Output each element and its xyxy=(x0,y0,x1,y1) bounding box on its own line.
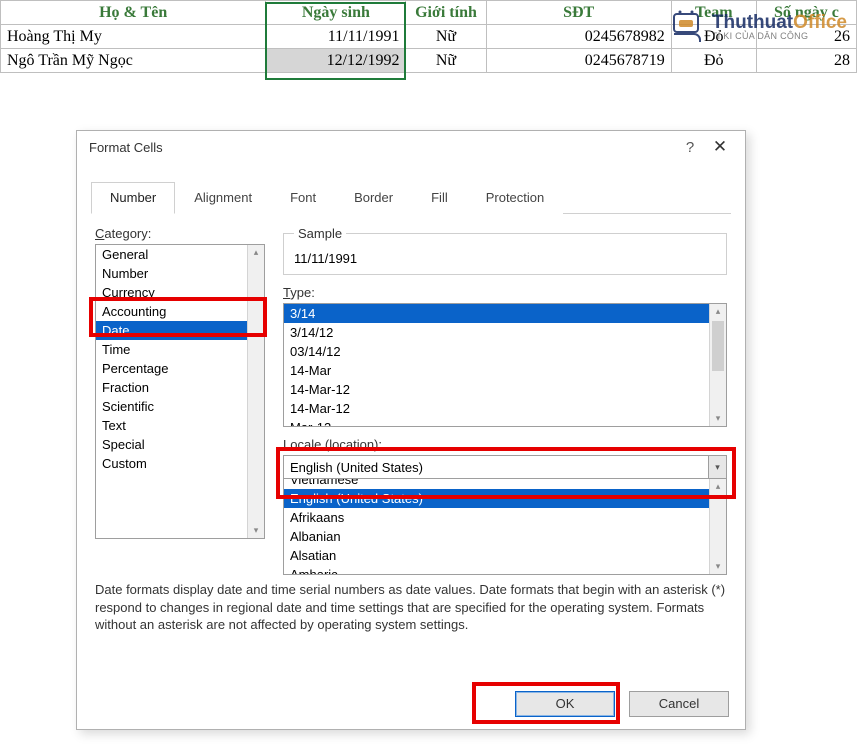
tab-protection[interactable]: Protection xyxy=(467,182,564,214)
sample-group: Sample 11/11/1991 xyxy=(283,226,727,275)
list-item[interactable]: Mar-12 xyxy=(284,418,726,427)
sample-value: 11/11/1991 xyxy=(294,251,716,266)
header-dob[interactable]: Ngày sinh xyxy=(266,1,406,25)
list-item[interactable]: 14-Mar-12 xyxy=(284,399,726,418)
locale-label: Locale (location): xyxy=(283,437,727,452)
list-item[interactable]: Fraction xyxy=(96,378,264,397)
cancel-button[interactable]: Cancel xyxy=(629,691,729,717)
list-item[interactable]: Currency xyxy=(96,283,264,302)
list-item[interactable]: 03/14/12 xyxy=(284,342,726,361)
list-item[interactable]: Amharic xyxy=(284,565,726,575)
sample-label: Sample xyxy=(294,226,346,241)
header-sex[interactable]: Giới tính xyxy=(406,1,486,25)
tab-number[interactable]: Number xyxy=(91,182,175,214)
list-item[interactable]: 3/14 xyxy=(284,304,726,323)
tab-font[interactable]: Font xyxy=(271,182,335,214)
list-item[interactable]: Text xyxy=(96,416,264,435)
list-item[interactable]: Alsatian xyxy=(284,546,726,565)
list-item[interactable]: 3/14/12 xyxy=(284,323,726,342)
help-icon[interactable]: ? xyxy=(675,139,705,156)
type-listbox[interactable]: 3/14 3/14/12 03/14/12 14-Mar 14-Mar-12 1… xyxy=(283,303,727,427)
locale-selected: English (United States) xyxy=(284,460,708,475)
locale-dropdown-list[interactable]: Vietnamese English (United States) Afrik… xyxy=(283,479,727,575)
tabs: Number Alignment Font Border Fill Protec… xyxy=(91,181,731,214)
dialog-title: Format Cells xyxy=(89,140,163,155)
list-item[interactable]: Custom xyxy=(96,454,264,473)
format-cells-dialog: Format Cells ? ✕ Number Alignment Font B… xyxy=(76,130,746,730)
tab-fill[interactable]: Fill xyxy=(412,182,467,214)
locale-combo[interactable]: English (United States) ▾ xyxy=(283,455,727,479)
header-name[interactable]: Họ & Tên xyxy=(1,1,266,25)
spreadsheet[interactable]: Họ & Tên Ngày sinh Giới tính SĐT Team Số… xyxy=(0,0,857,73)
list-item[interactable]: Number xyxy=(96,264,264,283)
list-item[interactable]: Scientific xyxy=(96,397,264,416)
scrollbar[interactable] xyxy=(709,479,726,574)
list-item[interactable]: Accounting xyxy=(96,302,264,321)
list-item[interactable]: 14-Mar-12 xyxy=(284,380,726,399)
table-row[interactable]: Ngô Trần Mỹ Ngọc 12/12/1992 Nữ 024567871… xyxy=(1,49,857,73)
ok-button[interactable]: OK xyxy=(515,691,615,717)
chevron-down-icon[interactable]: ▾ xyxy=(708,456,726,478)
category-label: Category: xyxy=(95,226,265,241)
table-row[interactable]: Hoàng Thị My 11/11/1991 Nữ 0245678982 Đỏ… xyxy=(1,25,857,49)
description-text: Date formats display date and time seria… xyxy=(77,579,745,642)
tab-border[interactable]: Border xyxy=(335,182,412,214)
list-item[interactable]: Time xyxy=(96,340,264,359)
list-item[interactable]: 14-Mar xyxy=(284,361,726,380)
list-item[interactable]: Albanian xyxy=(284,527,726,546)
tab-alignment[interactable]: Alignment xyxy=(175,182,271,214)
scrollbar[interactable] xyxy=(247,245,264,538)
scrollbar[interactable] xyxy=(709,304,726,426)
list-item[interactable]: General xyxy=(96,245,264,264)
list-item-date[interactable]: Date xyxy=(96,321,264,340)
header-days[interactable]: Số ngày c xyxy=(756,1,856,25)
list-item[interactable]: Vietnamese xyxy=(284,479,726,489)
list-item[interactable]: English (United States) xyxy=(284,489,726,508)
header-phone[interactable]: SĐT xyxy=(486,1,671,25)
list-item[interactable]: Afrikaans xyxy=(284,508,726,527)
list-item[interactable]: Percentage xyxy=(96,359,264,378)
close-icon[interactable]: ✕ xyxy=(705,137,735,157)
list-item[interactable]: Special xyxy=(96,435,264,454)
category-listbox[interactable]: General Number Currency Accounting Date … xyxy=(95,244,265,539)
header-team[interactable]: Team xyxy=(671,1,756,25)
type-label: Type: xyxy=(283,285,727,300)
